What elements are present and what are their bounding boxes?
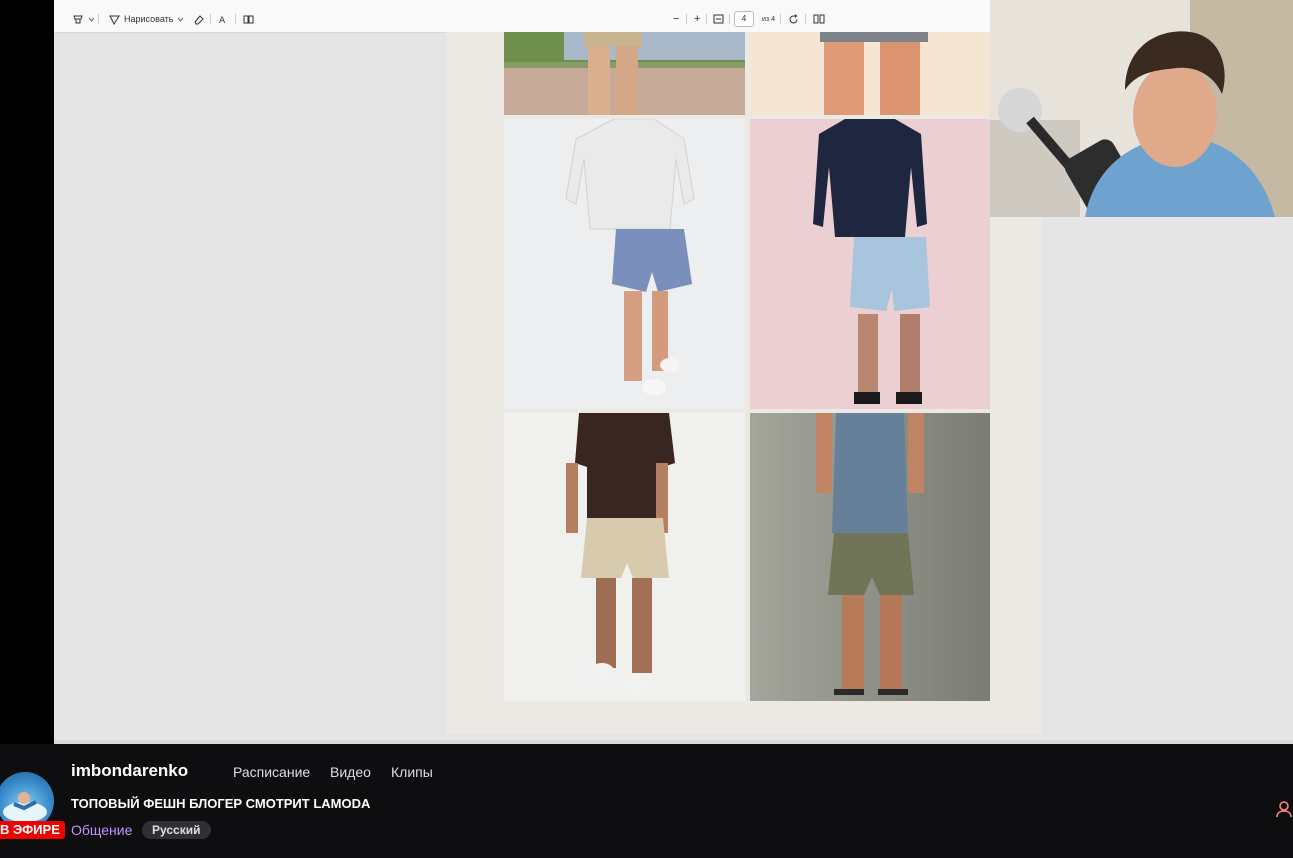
read-aloud-icon <box>243 15 254 23</box>
fit-page-icon <box>713 14 724 24</box>
streamer-webcam <box>990 0 1293 217</box>
zoom-in-button[interactable]: + <box>694 12 700 26</box>
two-page-button[interactable] <box>813 12 825 26</box>
text-button[interactable]: A <box>219 12 230 26</box>
chevron-down-icon <box>88 17 95 22</box>
nav-schedule[interactable]: Расписание <box>233 764 310 780</box>
fit-page-button[interactable] <box>713 12 724 26</box>
user-icon[interactable] <box>1275 800 1293 823</box>
stream-title: ТОПОВЫЙ ФЕШН БЛОГЕР СМОТРИТ LAMODA <box>71 796 371 811</box>
draw-icon <box>109 15 120 25</box>
outfit-photo-brown-tee <box>504 413 745 701</box>
outfit-photo-navy-sweater <box>750 119 990 409</box>
nav-clips[interactable]: Клипы <box>391 764 433 780</box>
text-icon: A <box>219 16 226 25</box>
stream-category[interactable]: Общение <box>71 822 132 838</box>
draw-tool[interactable]: Нарисовать <box>109 12 184 26</box>
eraser-button[interactable] <box>193 12 204 26</box>
outfit-photo-grey-shorts <box>750 32 990 115</box>
channel-name[interactable]: imbondarenko <box>71 761 188 781</box>
rotate-button[interactable] <box>788 12 799 26</box>
read-aloud-button[interactable] <box>243 12 255 26</box>
pdf-toolbar: Нарисовать A − + 4 из 4 <box>54 6 990 33</box>
page-input[interactable]: 4 <box>734 11 754 27</box>
outfit-photo-tank-top <box>750 413 990 701</box>
chevron-down-icon <box>178 17 184 22</box>
svg-text:A: A <box>219 16 226 25</box>
highlight-tool[interactable] <box>72 12 95 26</box>
language-tag[interactable]: Русский <box>142 821 211 839</box>
live-badge: В ЭФИРЕ <box>0 821 65 839</box>
draw-label: Нарисовать <box>124 14 174 24</box>
nav-videos[interactable]: Видео <box>330 764 371 780</box>
highlight-icon <box>73 15 83 24</box>
outfit-photo-beige-shorts <box>504 32 745 115</box>
minus-icon: − <box>673 13 680 25</box>
zoom-out-button[interactable]: − <box>673 12 679 26</box>
page-number-field[interactable]: 4 из 4 <box>734 11 775 27</box>
rotate-icon <box>789 13 798 23</box>
eraser-icon <box>194 14 204 24</box>
page-total: из 4 <box>762 15 775 23</box>
two-page-icon <box>813 14 825 24</box>
document-page <box>446 32 1042 734</box>
outfit-photo-white-sweater <box>504 119 745 409</box>
left-black-strip <box>0 0 54 744</box>
plus-icon: + <box>694 13 701 25</box>
